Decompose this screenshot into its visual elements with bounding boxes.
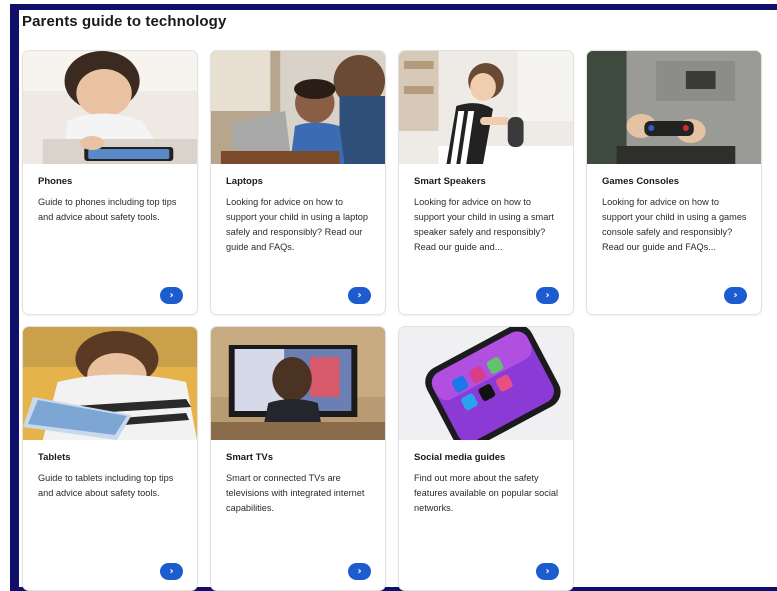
chevron-right-icon: › [545, 289, 550, 301]
page-title: Parents guide to technology [22, 13, 227, 30]
children-using-laptop-photo [211, 51, 385, 164]
card-open-button[interactable]: › [724, 287, 747, 304]
child-using-phone-photo [23, 51, 197, 164]
card-phones[interactable]: Phones Guide to phones including top tip… [22, 50, 198, 315]
chevron-right-icon: › [357, 289, 362, 301]
card-laptops[interactable]: Laptops Looking for advice on how to sup… [210, 50, 386, 315]
chevron-right-icon: › [357, 565, 362, 577]
card-social-media-guides[interactable]: Social media guides Find out more about … [398, 326, 574, 591]
card-open-button[interactable]: › [160, 287, 183, 304]
card-title: Tablets [38, 452, 71, 463]
card-title: Social media guides [414, 452, 506, 463]
card-title: Phones [38, 176, 73, 187]
card-open-button[interactable]: › [160, 563, 183, 580]
card-open-button[interactable]: › [536, 287, 559, 304]
card-open-button[interactable]: › [536, 563, 559, 580]
card-smart-speakers[interactable]: Smart Speakers Looking for advice on how… [398, 50, 574, 315]
card-games-consoles[interactable]: Games Consoles Looking for advice on how… [586, 50, 762, 315]
card-description: Find out more about the safety features … [414, 473, 559, 513]
card-description: Looking for advice on how to support you… [414, 197, 554, 252]
chevron-right-icon: › [169, 565, 174, 577]
card-open-button[interactable]: › [348, 563, 371, 580]
chevron-right-icon: › [545, 565, 550, 577]
card-description: Looking for advice on how to support you… [602, 197, 747, 252]
child-watching-tv-photo [211, 327, 385, 440]
child-using-tablet-photo [23, 327, 197, 440]
chevron-right-icon: › [733, 289, 738, 301]
left-border [10, 4, 19, 591]
card-description: Guide to phones including top tips and a… [38, 197, 177, 222]
chevron-right-icon: › [169, 289, 174, 301]
card-description: Looking for advice on how to support you… [226, 197, 368, 252]
card-smart-tvs[interactable]: Smart TVs Smart or connected TVs are tel… [210, 326, 386, 591]
child-with-game-controller-photo [587, 51, 761, 164]
card-title: Laptops [226, 176, 263, 187]
card-title: Smart TVs [226, 452, 273, 463]
card-description: Smart or connected TVs are televisions w… [226, 473, 365, 513]
child-with-smart-speaker-photo [399, 51, 573, 164]
card-title: Smart Speakers [414, 176, 486, 187]
card-tablets[interactable]: Tablets Guide to tablets including top t… [22, 326, 198, 591]
top-border [10, 4, 777, 10]
card-description: Guide to tablets including top tips and … [38, 473, 174, 498]
phone-with-social-apps-photo [399, 327, 573, 440]
card-title: Games Consoles [602, 176, 680, 187]
card-open-button[interactable]: › [348, 287, 371, 304]
